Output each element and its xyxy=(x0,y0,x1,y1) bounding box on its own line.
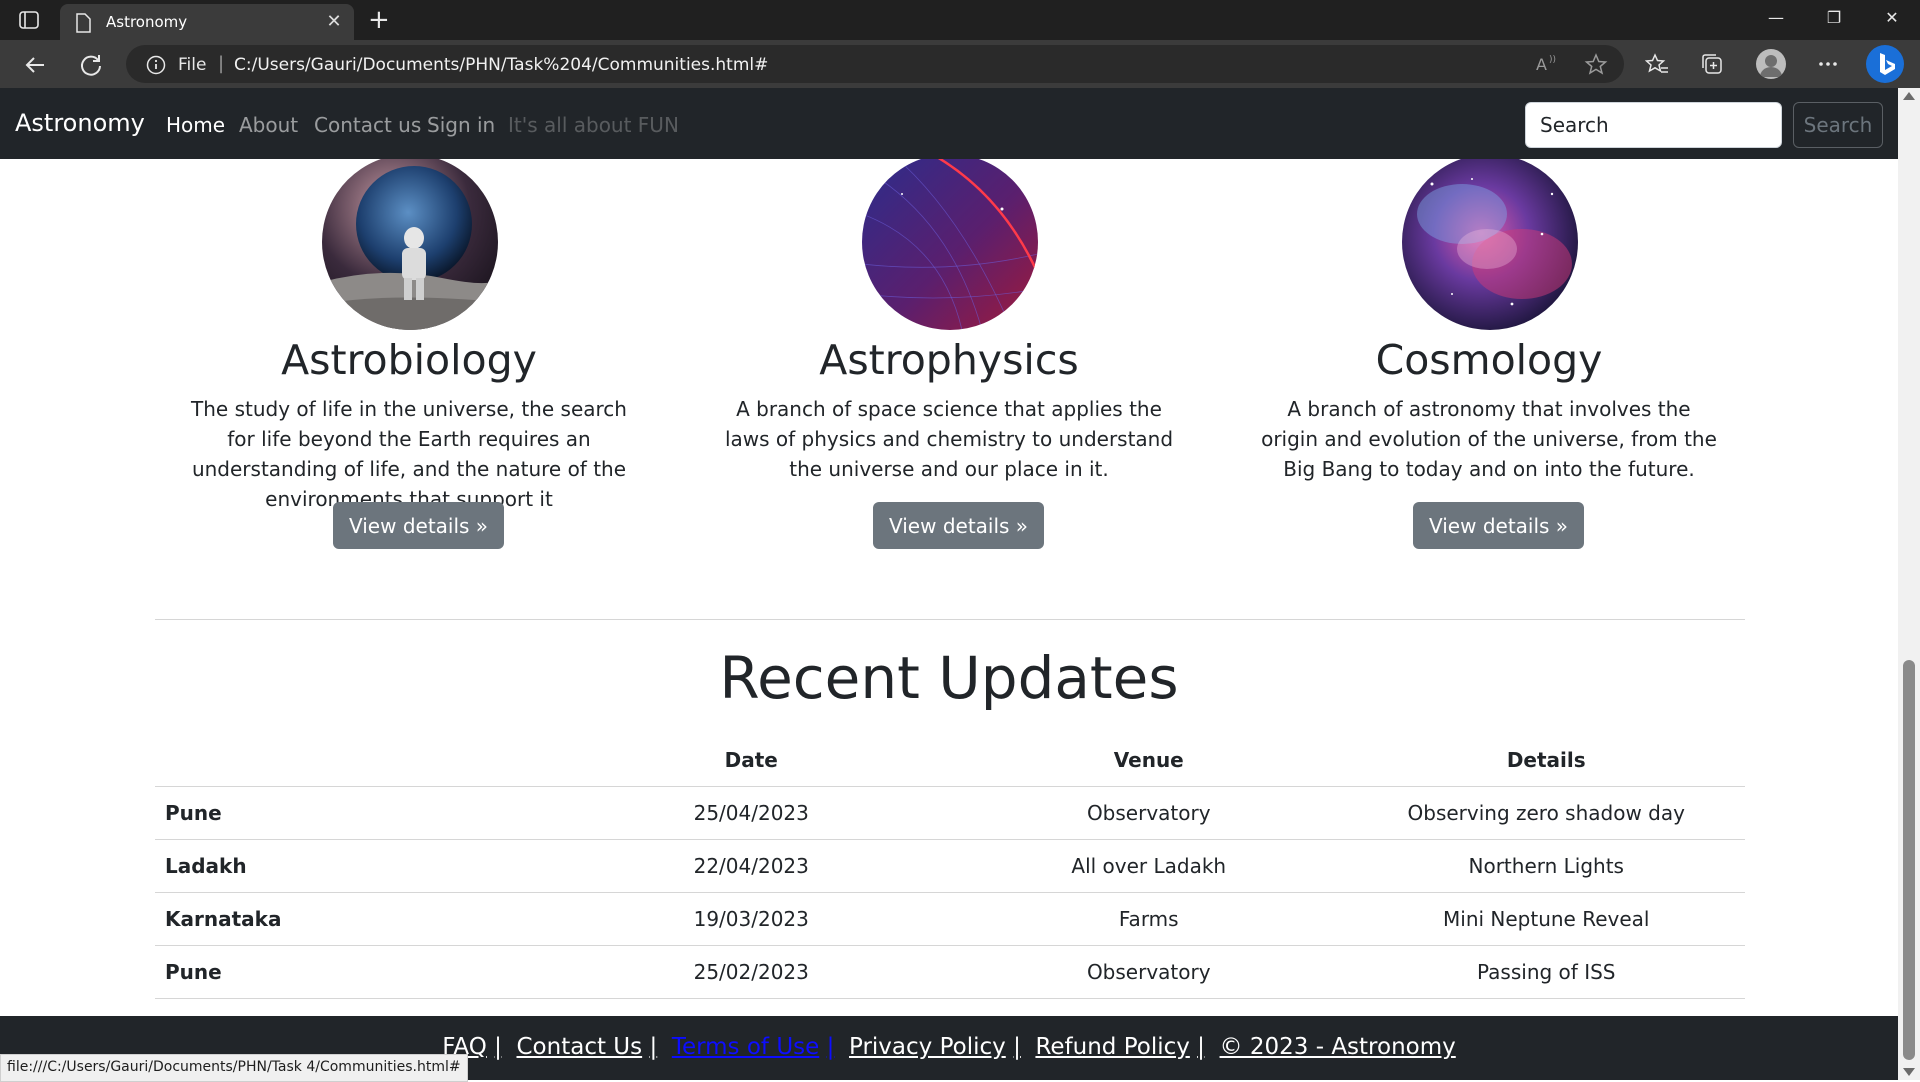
page-icon xyxy=(74,13,92,37)
close-tab-icon[interactable]: ✕ xyxy=(324,12,344,32)
restore-icon[interactable]: ❐ xyxy=(1814,8,1854,32)
table-cell-details: Mini Neptune Reveal xyxy=(1347,892,1745,946)
refresh-icon[interactable] xyxy=(76,50,106,80)
address-separator: | xyxy=(218,53,225,74)
footer-separator: | xyxy=(649,1034,658,1060)
nav-link-fun: It's all about FUN xyxy=(508,113,679,137)
table-header: Date xyxy=(552,734,950,787)
site-brand[interactable]: Astronomy xyxy=(15,109,145,137)
table-cell-details: Observing zero shadow day xyxy=(1347,786,1745,840)
table-cell-place: Pune xyxy=(155,945,553,999)
bing-copilot-icon[interactable] xyxy=(1866,45,1904,83)
table-cell-place: Pune xyxy=(155,786,553,840)
table-header: Venue xyxy=(950,734,1348,787)
site-navbar: Astronomy Home About Contact us Sign in … xyxy=(0,88,1898,159)
table-cell-date: 22/04/2023 xyxy=(552,839,950,893)
view-details-button[interactable]: View details » xyxy=(333,502,505,549)
table-cell-venue: Observatory xyxy=(950,786,1348,840)
recent-updates-heading: Recent Updates xyxy=(719,644,1179,712)
table-cell-details: Northern Lights xyxy=(1347,839,1745,893)
card-title: Astrophysics xyxy=(819,336,1079,384)
card-text: The study of life in the universe, the s… xyxy=(191,397,627,511)
favorites-icon[interactable] xyxy=(1644,52,1671,78)
footer-separator: | xyxy=(826,1034,835,1060)
page-viewport: Astronomy Home About Contact us Sign in … xyxy=(0,88,1898,1080)
table-cell-date: 19/03/2023 xyxy=(552,892,950,946)
view-details-button[interactable]: View details » xyxy=(1413,502,1585,549)
footer-link-contact[interactable]: Contact Us xyxy=(517,1034,643,1060)
add-favorite-icon[interactable] xyxy=(1584,53,1610,79)
search-input[interactable] xyxy=(1525,102,1782,148)
table-cell-venue: Farms xyxy=(950,892,1348,946)
table-header-row: Date Venue Details xyxy=(155,734,1745,787)
address-bar[interactable]: File | C:/Users/Gauri/Documents/PHN/Task… xyxy=(126,45,1624,83)
address-url[interactable]: C:/Users/Gauri/Documents/PHN/Task%204/Co… xyxy=(234,55,768,75)
svg-text:A: A xyxy=(1536,55,1547,74)
footer-separator: | xyxy=(1197,1034,1205,1060)
astrophysics-image xyxy=(862,154,1038,330)
table-cell-date: 25/04/2023 xyxy=(552,786,950,840)
site-info-icon[interactable] xyxy=(146,55,166,79)
table-cell-details: Passing of ISS xyxy=(1347,945,1745,999)
nav-link-contact[interactable]: Contact us xyxy=(314,113,421,137)
status-bar-url: file:///C:/Users/Gauri/Documents/PHN/Tas… xyxy=(0,1054,468,1082)
scroll-thumb[interactable] xyxy=(1903,660,1915,1060)
nav-link-sign-in[interactable]: Sign in xyxy=(427,113,495,137)
tab-actions-icon[interactable] xyxy=(18,9,40,31)
scroll-up-icon[interactable] xyxy=(1903,92,1915,100)
table-cell-venue: All over Ladakh xyxy=(950,839,1348,893)
svg-text:)): )) xyxy=(1549,55,1556,65)
address-scheme-label: File xyxy=(178,55,207,75)
view-details-button[interactable]: View details » xyxy=(873,502,1045,549)
card-text: A branch of astronomy that involves the … xyxy=(1261,397,1717,481)
nav-link-about[interactable]: About xyxy=(239,113,298,137)
card-title: Cosmology xyxy=(1375,336,1603,384)
scroll-down-icon[interactable] xyxy=(1903,1068,1915,1076)
minimize-icon[interactable]: — xyxy=(1756,8,1796,32)
browser-tab[interactable]: Astronomy ✕ xyxy=(60,4,354,40)
tab-title: Astronomy xyxy=(106,13,188,31)
profile-avatar-icon[interactable] xyxy=(1756,49,1786,79)
table-row: Pune 25/02/2023 Observatory Passing of I… xyxy=(155,945,1745,999)
browser-toolbar: File | C:/Users/Gauri/Documents/PHN/Task… xyxy=(0,40,1920,88)
section-divider xyxy=(155,619,1745,620)
page-scrollbar[interactable] xyxy=(1898,88,1920,1080)
footer-copyright[interactable]: © 2023 - Astronomy xyxy=(1220,1034,1456,1060)
footer-separator: | xyxy=(1013,1034,1021,1060)
new-tab-icon[interactable]: + xyxy=(368,7,390,33)
collections-icon[interactable] xyxy=(1700,52,1726,78)
table-cell-date: 25/02/2023 xyxy=(552,945,950,999)
footer-link-terms[interactable]: Terms of Use xyxy=(672,1034,820,1060)
table-cell-venue: Observatory xyxy=(950,945,1348,999)
table-cell-place: Ladakh xyxy=(155,839,553,893)
table-row: Ladakh 22/04/2023 All over Ladakh Northe… xyxy=(155,839,1745,893)
footer-link-refund[interactable]: Refund Policy xyxy=(1035,1034,1189,1060)
table-header: Details xyxy=(1347,734,1745,787)
back-icon[interactable] xyxy=(20,50,50,80)
updates-table: Date Venue Details Pune 25/04/2023 Obser… xyxy=(155,734,1745,999)
card-text: A branch of space science that applies t… xyxy=(724,397,1174,481)
more-options-icon[interactable] xyxy=(1816,52,1842,78)
read-aloud-icon[interactable]: A)) xyxy=(1536,53,1562,79)
table-header xyxy=(155,734,553,787)
nav-link-home[interactable]: Home xyxy=(166,113,225,137)
footer-link-privacy[interactable]: Privacy Policy xyxy=(849,1034,1006,1060)
table-row: Pune 25/04/2023 Observatory Observing ze… xyxy=(155,786,1745,840)
browser-titlebar: Astronomy ✕ + — ❐ ✕ xyxy=(0,0,1920,40)
card-title: Astrobiology xyxy=(281,336,537,384)
astrobiology-image xyxy=(322,154,498,330)
close-window-icon[interactable]: ✕ xyxy=(1872,8,1912,32)
table-cell-place: Karnataka xyxy=(155,892,553,946)
cosmology-image xyxy=(1402,154,1578,330)
search-button[interactable]: Search xyxy=(1793,102,1883,148)
table-row: Karnataka 19/03/2023 Farms Mini Neptune … xyxy=(155,892,1745,946)
footer-separator: | xyxy=(494,1034,502,1060)
